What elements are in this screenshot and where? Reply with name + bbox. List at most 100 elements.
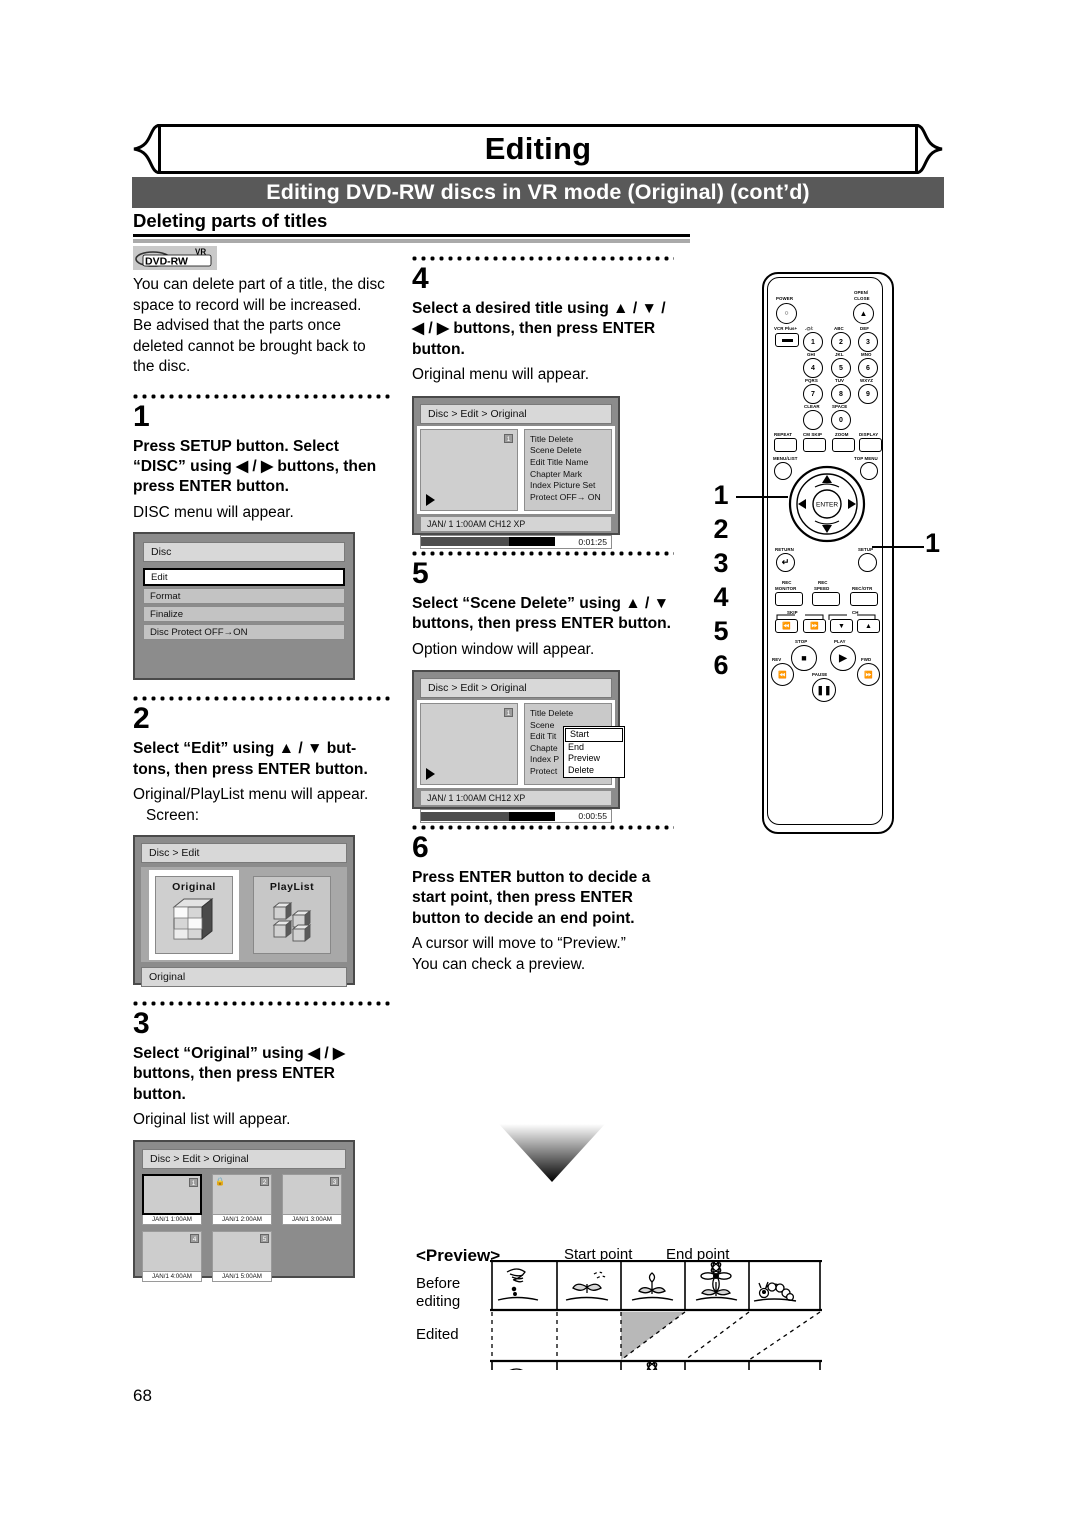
osd-scene-popup: Start End Preview Delete: [563, 726, 625, 779]
power-button[interactable]: ○: [776, 303, 797, 324]
step-note-2: Original/PlayList menu will appear.: [133, 786, 369, 804]
remote-label-stop: STOP: [795, 639, 808, 644]
step-number-6: 6: [412, 831, 429, 865]
preview-filmstrip: [490, 1260, 822, 1370]
key-7-button[interactable]: 7: [803, 384, 823, 404]
osd-disc-menu-title: Disc: [143, 542, 345, 563]
popup-item-start[interactable]: Start: [565, 728, 623, 742]
thumbnail-image: 1: [142, 1173, 202, 1215]
step-number-2: 2: [133, 702, 150, 736]
svg-text:ENTER: ENTER: [816, 502, 838, 509]
osd-preview-index: 1: [504, 708, 513, 718]
key-3-button[interactable]: 3: [858, 332, 878, 352]
list-item[interactable]: 3 JAN/1 3:00AM: [282, 1173, 342, 1225]
step-number-3: 3: [133, 1007, 150, 1041]
thumbnail-image: 3: [282, 1173, 342, 1215]
osd-option-title-delete[interactable]: Title Delete: [528, 708, 608, 720]
open-close-button[interactable]: ▲: [853, 303, 874, 324]
key-9-button[interactable]: 9: [858, 384, 878, 404]
remote-label-top-menu: TOP MENU: [854, 456, 878, 461]
thumbnail-image: 5: [212, 1230, 272, 1272]
list-item[interactable]: 1 JAN/1 1:00AM: [142, 1173, 202, 1225]
remote-label-space: SPACE: [832, 404, 848, 409]
remote-label-key5: JKL: [835, 352, 844, 357]
osd-edit-status: Original: [141, 967, 347, 988]
skip-back-button[interactable]: ⏪: [775, 619, 798, 633]
key-8-button[interactable]: 8: [831, 384, 851, 404]
thumbnail-caption: JAN/1 3:00AM: [282, 1214, 342, 1225]
osd-tile-original[interactable]: Original: [155, 876, 233, 955]
callout-line-left: [736, 496, 788, 498]
osd-title-breadcrumb: Disc > Edit > Original: [420, 403, 612, 424]
rec-monitor-button[interactable]: [775, 592, 803, 606]
step-divider: [412, 550, 674, 556]
rec-speed-button[interactable]: [812, 592, 840, 606]
osd-option-title-delete[interactable]: Title Delete: [530, 434, 573, 444]
osd-menu-item-edit[interactable]: Edit: [143, 568, 345, 587]
repeat-button[interactable]: [774, 438, 797, 452]
dpad-enter-cluster[interactable]: ENTER: [788, 465, 866, 543]
remote-label-key1: .@/:: [805, 326, 814, 331]
step-note-6b: You can check a preview.: [412, 955, 586, 973]
stop-button[interactable]: ■: [791, 645, 817, 671]
rec-otr-button[interactable]: [850, 592, 878, 606]
popup-item-preview[interactable]: Preview: [564, 753, 624, 765]
osd-tile-playlist-label: PlayList: [269, 881, 315, 894]
progress-elapsed: [421, 537, 509, 547]
list-item[interactable]: 4 JAN/1 4:00AM: [142, 1230, 202, 1282]
key-6-button[interactable]: 6: [858, 358, 878, 378]
osd-menu-item-disc-protect[interactable]: Disc Protect OFF→ON: [143, 624, 345, 641]
step-note-4: Original menu will appear.: [412, 366, 590, 384]
rewind-button[interactable]: ⏪: [771, 663, 794, 686]
remote-label-setup: SETUP: [858, 547, 874, 552]
osd-tile-playlist[interactable]: PlayList: [253, 876, 331, 955]
osd-original-list: Disc > Edit > Original 1 JAN/1 1:00AM 🔒 …: [133, 1139, 355, 1282]
osd-disc-menu: Disc Edit Format Finalize Disc Protect O…: [133, 532, 355, 681]
thumbnail-caption: JAN/1 5:00AM: [212, 1271, 272, 1282]
key-5-button[interactable]: 5: [831, 358, 851, 378]
thumbnail-image: 4: [142, 1230, 202, 1272]
list-item[interactable]: 🔒 2 JAN/1 2:00AM: [212, 1173, 272, 1225]
osd-menu-item-finalize[interactable]: Finalize: [143, 606, 345, 623]
display-button[interactable]: [859, 438, 882, 452]
zoom-button[interactable]: [832, 438, 855, 452]
step-title-5: Select “Scene Delete” using ▲ / ▼ button…: [412, 594, 672, 633]
popup-item-delete[interactable]: Delete: [564, 765, 624, 777]
remote-label-open-1: OPEN/: [854, 290, 869, 295]
osd-edit-breadcrumb: Disc > Edit: [141, 843, 347, 864]
play-button[interactable]: ▶: [830, 645, 856, 671]
osd-option-edit-title-name[interactable]: Edit Title Name: [528, 457, 608, 469]
key-2-button[interactable]: 2: [831, 332, 851, 352]
popup-item-end[interactable]: End: [564, 742, 624, 754]
vcr-plus-button[interactable]: [775, 333, 799, 347]
osd-menu-item-format[interactable]: Format: [143, 588, 345, 605]
cm-skip-button[interactable]: [803, 438, 826, 452]
remote-label-key8: TUV: [835, 378, 845, 383]
setup-button[interactable]: [858, 553, 877, 572]
thumbnail-image: 🔒 2: [212, 1173, 272, 1215]
return-button[interactable]: ↵: [776, 553, 795, 572]
list-item[interactable]: 5 JAN/1 5:00AM: [212, 1230, 272, 1282]
skip-forward-button[interactable]: ⏩: [803, 619, 826, 633]
pause-button[interactable]: ❚❚: [812, 678, 836, 702]
remote-label-key2: ABC: [834, 326, 844, 331]
preview-diagram: <Preview> Start point End point Before e…: [412, 1110, 882, 1370]
key-1-button[interactable]: 1: [803, 332, 823, 352]
osd-option-protect[interactable]: Protect OFF→ ON: [528, 492, 608, 504]
fast-forward-button[interactable]: ⏩: [857, 663, 880, 686]
osd-option-chapter-mark[interactable]: Chapter Mark: [528, 469, 608, 481]
key-0-button[interactable]: 0: [831, 410, 851, 430]
down-arrow-icon: [499, 1124, 605, 1182]
step-title-6: Press ENTER button to decide a start poi…: [412, 869, 651, 927]
key-4-button[interactable]: 4: [803, 358, 823, 378]
osd-option-index-picture-set[interactable]: Index Picture Set: [528, 480, 608, 492]
thumbnail-index: 1: [189, 1177, 198, 1187]
remote-label-pause: PAUSE: [812, 672, 828, 677]
osd-option-scene-delete[interactable]: Scene Delete: [528, 445, 608, 457]
remote-label-key4: GHI: [807, 352, 816, 357]
thumbnail-index: 3: [330, 1176, 339, 1186]
callout-number-1: 1: [713, 480, 729, 510]
clear-button[interactable]: [803, 410, 823, 430]
channel-down-button[interactable]: ▼: [830, 619, 853, 633]
channel-up-button[interactable]: ▲: [857, 619, 880, 633]
